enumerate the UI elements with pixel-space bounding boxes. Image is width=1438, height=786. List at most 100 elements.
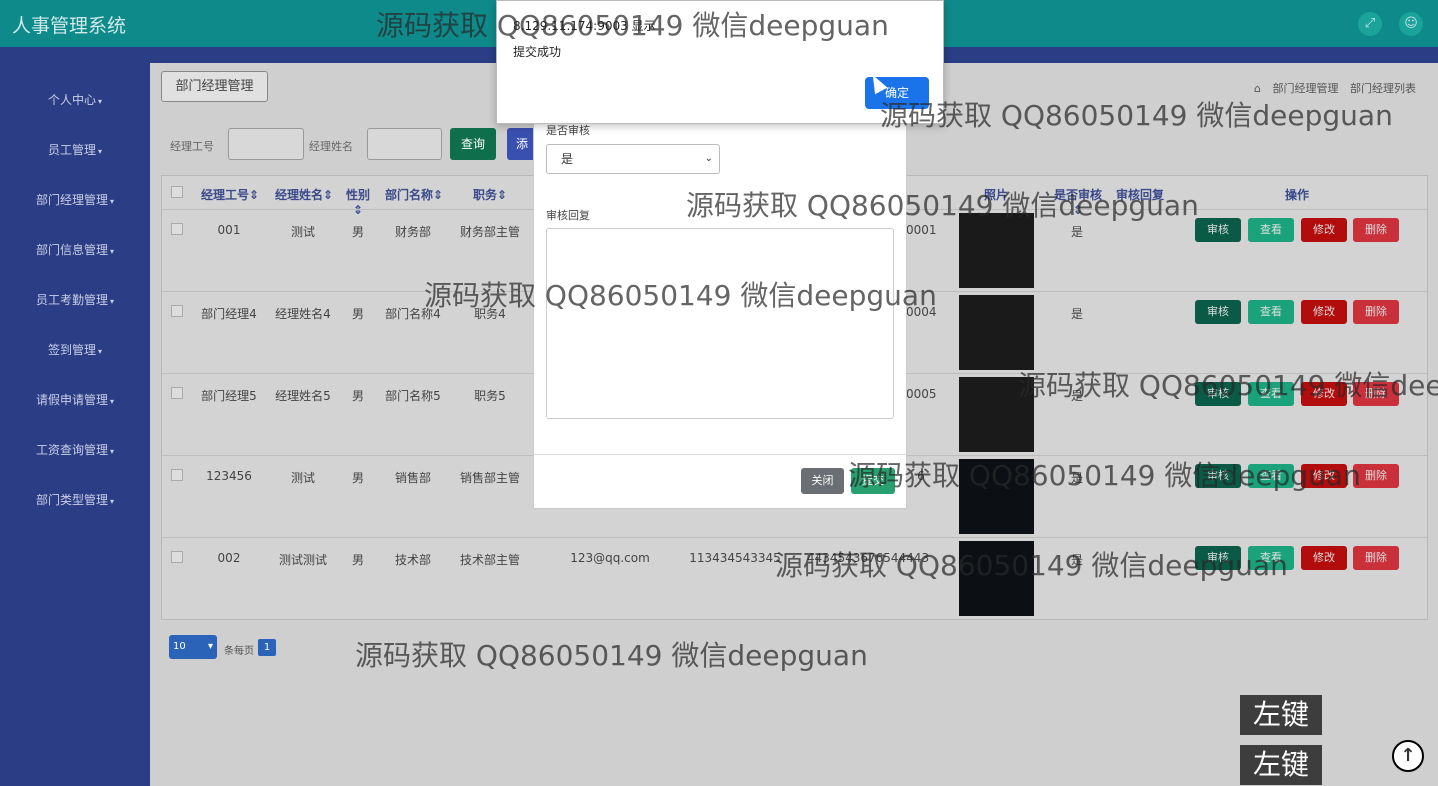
sidebar-item-label: 员工考勤管理 <box>35 293 108 307</box>
audit-button[interactable]: 审核 <box>1195 382 1241 406</box>
audit-button[interactable]: 审核 <box>1195 464 1241 488</box>
caret-down-icon: ▾ <box>98 97 103 106</box>
home-icon[interactable]: ⌂ <box>1254 82 1261 95</box>
audit-status: 是 <box>1070 225 1083 239</box>
sidebar-item-dept-type[interactable]: 部门类型管理 ▾ <box>0 491 150 508</box>
close-button[interactable]: 关闭 <box>801 468 844 494</box>
column-header: 照片 <box>979 186 1013 203</box>
header-label: 性别 <box>345 188 370 202</box>
query-button[interactable]: 查询 <box>450 128 496 160</box>
view-button[interactable]: 查看 <box>1248 218 1294 242</box>
per-page-label: 条每页 <box>224 646 254 657</box>
manager-photo <box>959 377 1034 452</box>
row-checkbox[interactable] <box>171 469 183 481</box>
column-header[interactable]: 部门名称⇕ <box>384 186 444 203</box>
row-checkbox[interactable] <box>171 387 183 399</box>
select-all-checkbox[interactable] <box>171 186 183 198</box>
dept-name: 财务部 <box>394 225 431 239</box>
sidebar-item-label: 请假申请管理 <box>35 393 108 407</box>
caret-down-icon: ▾ <box>98 347 103 356</box>
sidebar-item-dept-info[interactable]: 部门信息管理 ▾ <box>0 241 150 258</box>
manager-name: 测试 <box>290 225 315 239</box>
app-title: 人事管理系统 <box>12 15 127 37</box>
sidebar-item-employee[interactable]: 员工管理 ▾ <box>0 141 150 158</box>
audit-status: 是 <box>1070 307 1083 321</box>
column-header[interactable]: 职务⇕ <box>470 186 510 203</box>
delete-button[interactable]: 删除 <box>1353 546 1399 570</box>
view-button[interactable]: 查看 <box>1248 382 1294 406</box>
dept-name: 销售部 <box>394 471 431 485</box>
caret-down-icon: ▾ <box>110 447 115 456</box>
page-size-select[interactable]: 10 ▾ <box>169 635 217 659</box>
view-button[interactable]: 查看 <box>1248 300 1294 324</box>
audit-button[interactable]: 审核 <box>1195 218 1241 242</box>
audit-button[interactable]: 审核 <box>1195 546 1241 570</box>
row-checkbox[interactable] <box>171 305 183 317</box>
sidebar-item-label: 签到管理 <box>47 343 96 357</box>
audit-select[interactable]: 是 ⌄ <box>546 144 720 174</box>
page-size-value: 10 <box>173 641 186 652</box>
breadcrumb-item[interactable]: 部门经理管理 <box>1273 82 1339 95</box>
row-checkbox[interactable] <box>171 551 183 563</box>
manager-photo <box>959 213 1034 288</box>
gender: 男 <box>351 389 364 403</box>
arrow-up-icon[interactable]: ↑ <box>1392 740 1424 772</box>
id-number: 0004 <box>906 305 937 319</box>
edit-button[interactable]: 修改 <box>1301 218 1347 242</box>
manager-photo <box>959 295 1034 370</box>
id-number: 6 <box>917 469 925 483</box>
job-title: 销售部主管 <box>459 471 520 485</box>
delete-button[interactable]: 删除 <box>1353 300 1399 324</box>
sidebar-item-leave[interactable]: 请假申请管理 ▾ <box>0 391 150 408</box>
left-click-tag: 左键 <box>1240 695 1322 735</box>
user-icon[interactable]: ☺ <box>1399 12 1423 36</box>
caret-down-icon: ▾ <box>110 497 115 506</box>
gender: 男 <box>351 553 364 567</box>
view-button[interactable]: 查看 <box>1248 464 1294 488</box>
delete-button[interactable]: 删除 <box>1353 382 1399 406</box>
manager-photo <box>959 459 1034 534</box>
sidebar-item-dept-manager[interactable]: 部门经理管理 ▾ <box>0 191 150 208</box>
manager-name-input[interactable] <box>367 128 442 160</box>
chevron-down-icon: ▾ <box>207 641 213 652</box>
submit-button[interactable]: 提交 <box>851 468 895 494</box>
row-checkbox[interactable] <box>171 223 183 235</box>
sidebar-item-personal-center[interactable]: 个人中心 ▾ <box>0 91 150 108</box>
job-title: 技术部主管 <box>459 553 520 567</box>
audit-button[interactable]: 审核 <box>1195 300 1241 324</box>
manager-no-input[interactable] <box>228 128 304 160</box>
expand-icon[interactable]: ⤢ <box>1358 12 1382 36</box>
header-label: 部门名称 <box>384 188 433 202</box>
manager-no: 001 <box>217 223 241 237</box>
column-header[interactable]: 经理工号⇕ <box>200 186 260 203</box>
sidebar-item-attendance[interactable]: 员工考勤管理 ▾ <box>0 291 150 308</box>
edit-button[interactable]: 修改 <box>1301 382 1347 406</box>
delete-button[interactable]: 删除 <box>1353 464 1399 488</box>
page-number[interactable]: 1 <box>258 639 276 656</box>
audit-status: 是 <box>1070 471 1083 485</box>
id-number: 0005 <box>906 387 937 401</box>
job-title: 职务4 <box>474 307 506 321</box>
column-header[interactable]: 经理姓名⇕ <box>274 186 334 203</box>
sidebar-item-signin[interactable]: 签到管理 ▾ <box>0 341 150 358</box>
audit-select-value: 是 <box>561 152 574 166</box>
manager-name: 经理姓名4 <box>275 307 331 321</box>
gender: 男 <box>351 307 364 321</box>
manager-no: 123456 <box>206 469 252 483</box>
sidebar-item-salary[interactable]: 工资查询管理 ▾ <box>0 441 150 458</box>
breadcrumb-item: 部门经理列表 <box>1350 82 1416 95</box>
audit-label: 是否审核 <box>546 124 590 137</box>
edit-button[interactable]: 修改 <box>1301 300 1347 324</box>
reply-textarea[interactable] <box>546 228 894 419</box>
manager-name: 经理姓名5 <box>275 389 331 403</box>
caret-down-icon: ▾ <box>98 147 103 156</box>
header-label: 是否审核 <box>1053 188 1102 202</box>
manager-no: 002 <box>217 551 241 565</box>
manager-no-label: 经理工号 <box>170 140 214 153</box>
page-tab[interactable]: 部门经理管理 <box>161 71 268 102</box>
delete-button[interactable]: 删除 <box>1353 218 1399 242</box>
job-title: 财务部主管 <box>459 225 520 239</box>
view-button[interactable]: 查看 <box>1248 546 1294 570</box>
edit-button[interactable]: 修改 <box>1301 546 1347 570</box>
edit-button[interactable]: 修改 <box>1301 464 1347 488</box>
